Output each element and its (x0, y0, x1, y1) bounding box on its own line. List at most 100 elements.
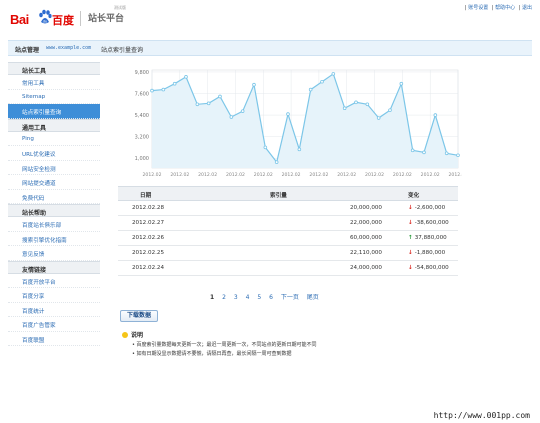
data-point[interactable] (456, 153, 460, 158)
col-date-header: 日期 (140, 193, 152, 199)
data-point[interactable] (172, 81, 177, 86)
table-row: 2012.02.26 60,000,000 ↑ 37,880,000 (118, 231, 458, 246)
data-point[interactable] (274, 160, 279, 164)
col-index-header: 索引量 (270, 193, 287, 199)
sidebar-item-common-tools[interactable]: 常用工具 (8, 75, 100, 90)
watermark-url: http://www.001pp.com (433, 411, 530, 420)
data-point[interactable] (422, 150, 426, 155)
main-content: 1,000 3,200 5,400 7,600 9,800 2012.02 2012.02 2… (112, 62, 468, 362)
beta-label: 测试版 (114, 5, 126, 10)
link-separator: | (491, 5, 494, 11)
sidebar-item-seo-guide[interactable]: 搜索引擎优化指南 (8, 232, 100, 246)
page-2[interactable]: 2 (222, 294, 226, 301)
baidu-logo[interactable]: Bai du 百度 (10, 7, 74, 29)
next-page-link[interactable]: 下一页 (281, 294, 299, 301)
link-separator: | (464, 5, 467, 11)
row-change-value: 37,880,000 (414, 235, 447, 241)
data-point[interactable] (286, 112, 290, 116)
data-point[interactable] (263, 145, 268, 150)
notes-box: 说明 百度索引量数据每天更新一次；最迟一周更新一次，不同站点的更新日期可能不同 … (122, 330, 422, 357)
data-point[interactable] (399, 81, 404, 86)
data-point[interactable] (218, 94, 222, 99)
sidebar-group-title: 通用工具 (8, 118, 100, 132)
breadcrumb-section[interactable]: 站点管理 (15, 45, 39, 54)
page-3[interactable]: 3 (234, 294, 238, 301)
x-tick-label: 2012.02 (449, 172, 463, 178)
row-change: ↓ -54,800,000 (408, 265, 449, 271)
sidebar-item-stats[interactable]: 百度统计 (8, 303, 100, 317)
data-point[interactable] (206, 101, 211, 106)
data-point[interactable] (161, 87, 166, 92)
x-tick-label: 2012.02 (198, 172, 217, 178)
data-point[interactable] (229, 115, 234, 119)
x-tick-label: 2012.02 (393, 172, 412, 178)
download-data-button[interactable]: 下载数据 (120, 310, 158, 322)
data-point[interactable] (331, 72, 336, 76)
row-change-value: -2,600,000 (414, 205, 446, 211)
paw-logo-icon: du (39, 9, 52, 24)
logo-text-bai: Bai (10, 12, 29, 27)
row-change-value: -38,600,000 (414, 220, 449, 226)
y-tick-label: 7,600 (135, 92, 149, 98)
sidebar-item-submit-channel[interactable]: 网站提交通道 (8, 175, 100, 190)
sidebar-item-club[interactable]: 百度站长俱乐部 (8, 217, 100, 232)
page-1[interactable]: 1 (210, 294, 214, 301)
header-divider (80, 11, 81, 26)
data-point[interactable] (444, 151, 449, 156)
header: Bai du 百度 站长平台 测试版 | 账号设置 | 帮助中心 | 退出 (0, 0, 540, 36)
x-tick-label: 2012.02 (337, 172, 356, 178)
data-point[interactable] (252, 82, 256, 87)
x-tick-label: 2012.02 (143, 172, 162, 178)
page-title: 站点索引量查询 (101, 47, 144, 54)
sidebar-item-share[interactable]: 百度分享 (8, 288, 100, 303)
x-tick-label: 2012.02 (226, 172, 245, 178)
data-point[interactable] (433, 113, 438, 117)
row-index: 22,000,000 (349, 220, 382, 226)
arrow-down-icon: ↓ (408, 205, 413, 211)
row-change-value: -54,800,000 (414, 265, 449, 271)
sidebar-item-union[interactable]: 百度联盟 (8, 332, 100, 346)
data-point[interactable] (184, 75, 188, 79)
note-line: 如有日期没显示数据请不要慌，请隔日再查，最长间隔一周可查到数据 (132, 350, 422, 357)
sidebar: 站长工具 常用工具 Sitemap 站点索引量查询 通用工具 Ping URL优… (8, 62, 100, 373)
data-point[interactable] (297, 147, 302, 152)
account-settings-link[interactable]: 账号设置 (468, 5, 488, 11)
row-index: 24,000,000 (349, 265, 382, 271)
sidebar-item-ad-manager[interactable]: 百度广告管家 (8, 317, 100, 332)
sidebar-item-index-query[interactable]: 站点索引量查询 (8, 104, 100, 119)
data-point[interactable] (388, 108, 392, 112)
sidebar-item-feedback[interactable]: 意见反馈 (8, 246, 100, 261)
logout-link[interactable]: 退出 (522, 5, 532, 11)
data-point[interactable] (365, 102, 370, 107)
data-point[interactable] (308, 87, 313, 92)
lightbulb-icon (122, 332, 128, 338)
page-6[interactable]: 6 (269, 294, 273, 301)
x-tick-label: 2012.02 (365, 172, 384, 178)
page-4[interactable]: 4 (246, 294, 250, 301)
data-point[interactable] (342, 106, 347, 111)
sidebar-item-url-advice[interactable]: URL优化建议 (8, 146, 100, 161)
sidebar-item-free-code[interactable]: 免费代码 (8, 190, 100, 204)
notes-title-text: 说明 (131, 332, 144, 339)
data-point[interactable] (240, 109, 245, 113)
y-tick-label: 1,000 (135, 156, 149, 162)
page-title-bar: 站点管理 www.example.com 站点索引量查询 (8, 40, 532, 56)
brand-title: 站长平台 (88, 14, 125, 24)
row-index: 60,000,000 (349, 235, 382, 241)
data-point[interactable] (195, 102, 200, 107)
sidebar-group-title: 站长帮助 (8, 204, 100, 217)
sidebar-item-security-check[interactable]: 网站安全检测 (8, 161, 100, 175)
last-page-link[interactable]: 尾页 (307, 294, 319, 301)
sidebar-item-sitemap[interactable]: Sitemap (8, 90, 100, 104)
sidebar-group-title: 站长工具 (8, 62, 100, 75)
sidebar-item-open-platform[interactable]: 百度开放平台 (8, 274, 100, 288)
data-point[interactable] (376, 116, 381, 120)
row-change: ↓ -1,880,000 (408, 250, 445, 256)
help-center-link[interactable]: 帮助中心 (495, 5, 515, 11)
data-point[interactable] (354, 100, 358, 105)
data-point[interactable] (320, 79, 324, 84)
page-5[interactable]: 5 (257, 294, 261, 301)
sidebar-item-ping[interactable]: Ping (8, 132, 100, 146)
data-point[interactable] (150, 88, 154, 93)
data-point[interactable] (410, 148, 415, 153)
